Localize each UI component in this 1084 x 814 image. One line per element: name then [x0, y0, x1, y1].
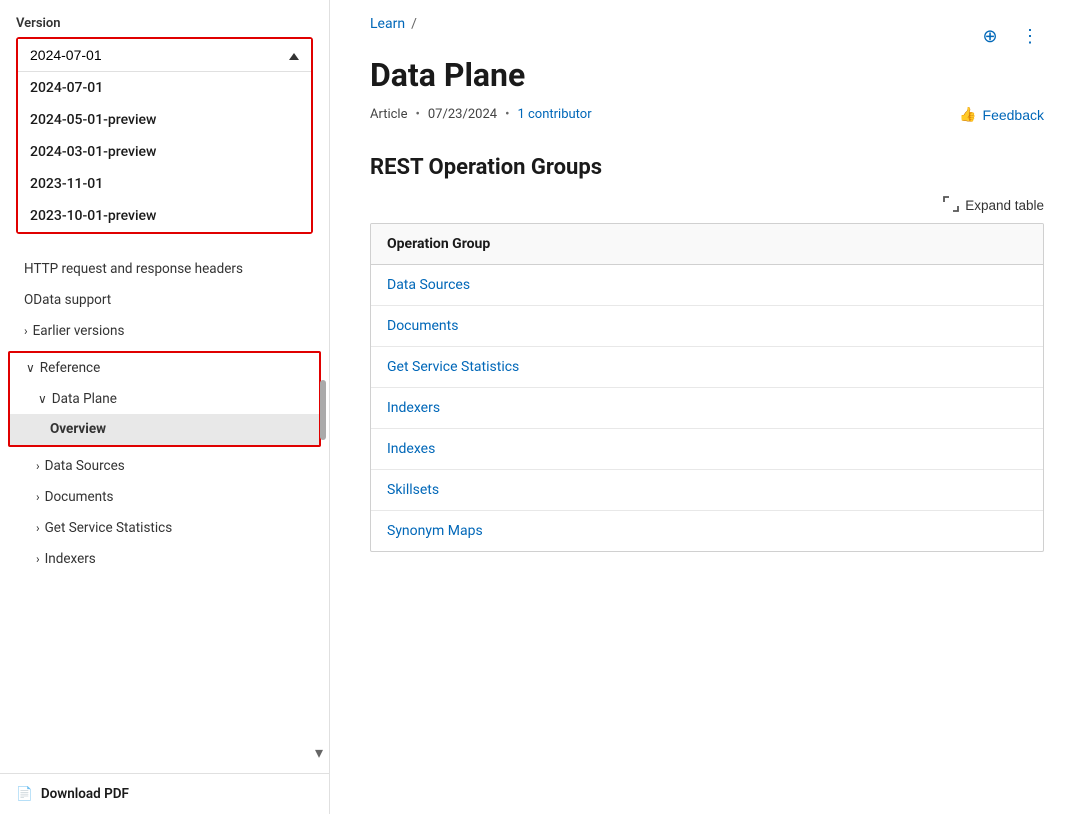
version-label: Version: [16, 16, 313, 31]
nav-item-get-service-statistics[interactable]: › Get Service Statistics: [0, 513, 329, 544]
scrollbar[interactable]: [320, 380, 326, 440]
expand-table-button[interactable]: Expand table: [943, 196, 1044, 215]
version-dropdown-menu: 2024-07-01 2024-05-01-preview 2024-03-01…: [18, 71, 311, 232]
header-actions: ⊕ ⋮: [976, 22, 1044, 50]
nav-item-label: Data Sources: [45, 457, 125, 476]
table-row: Synonym Maps: [371, 511, 1043, 552]
version-select-button[interactable]: 2024-07-01: [18, 39, 311, 71]
section-title: REST Operation Groups: [370, 155, 1044, 180]
plus-circle-icon: ⊕: [982, 26, 997, 47]
article-meta: Article • 07/23/2024 • 1 contributor 👍 F…: [370, 106, 1044, 123]
version-option[interactable]: 2023-10-01-preview: [18, 200, 311, 232]
nav-item-label: Data Plane: [52, 390, 117, 409]
operation-groups-table: Operation Group Data Sources Documents G…: [370, 223, 1044, 552]
reference-nav-box: ∨ Reference ∨ Data Plane Overview: [8, 351, 321, 448]
nav-item-documents[interactable]: › Documents: [0, 482, 329, 513]
table-link-data-sources[interactable]: Data Sources: [387, 277, 470, 293]
table-link-skillsets[interactable]: Skillsets: [387, 482, 439, 498]
table-link-documents[interactable]: Documents: [387, 318, 458, 334]
nav-item-data-plane[interactable]: ∨ Data Plane: [10, 384, 319, 415]
chevron-right-icon: ›: [36, 458, 40, 475]
table-column-header: Operation Group: [371, 224, 1043, 265]
breadcrumb-learn-link[interactable]: Learn: [370, 16, 405, 32]
nav-item-label: Documents: [45, 488, 114, 507]
chevron-right-icon: ›: [36, 551, 40, 568]
nav-item-label: HTTP request and response headers: [24, 260, 243, 279]
pdf-icon: 📄: [16, 786, 33, 802]
breadcrumb-row: Learn / ⊕ ⋮: [370, 16, 1044, 56]
meta-date: 07/23/2024: [428, 107, 497, 122]
contributors-link[interactable]: 1 contributor: [517, 107, 591, 122]
version-dropdown[interactable]: 2024-07-01 2024-07-01 2024-05-01-preview…: [16, 37, 313, 234]
table-row: Data Sources: [371, 265, 1043, 306]
version-option[interactable]: 2024-05-01-preview: [18, 104, 311, 136]
nav-item-label: Earlier versions: [33, 322, 125, 341]
table-link-get-service-statistics[interactable]: Get Service Statistics: [387, 359, 519, 375]
download-pdf-label: Download PDF: [41, 786, 129, 802]
download-pdf-button[interactable]: 📄 Download PDF: [0, 773, 329, 814]
expand-table-row: Expand table: [370, 196, 1044, 215]
table-link-synonym-maps[interactable]: Synonym Maps: [387, 523, 483, 539]
breadcrumb-separator: /: [411, 16, 417, 32]
chevron-right-icon: ›: [36, 520, 40, 537]
nav-item-label: OData support: [24, 291, 111, 310]
nav-item-label: Get Service Statistics: [45, 519, 173, 538]
version-section: Version 2024-07-01 2024-07-01 2024-05-01…: [0, 16, 329, 246]
nav-item-earlier-versions[interactable]: › Earlier versions: [0, 316, 329, 347]
page-title: Data Plane: [370, 56, 1044, 94]
meta-type: Article: [370, 107, 407, 122]
nav-item-label: Reference: [40, 359, 100, 378]
chevron-down-icon: ∨: [26, 360, 35, 377]
nav-item-odata[interactable]: OData support: [0, 285, 329, 316]
expand-icon: [943, 196, 959, 215]
add-to-collection-button[interactable]: ⊕: [976, 22, 1004, 50]
table-row: Indexers: [371, 388, 1043, 429]
chevron-up-icon: [289, 47, 299, 63]
more-options-button[interactable]: ⋮: [1016, 22, 1044, 50]
version-option[interactable]: 2024-03-01-preview: [18, 136, 311, 168]
nav-item-label: Indexers: [45, 550, 96, 569]
chevron-right-icon: ›: [24, 323, 28, 340]
table-row: Indexes: [371, 429, 1043, 470]
sidebar: Version 2024-07-01 2024-07-01 2024-05-01…: [0, 0, 330, 814]
version-option[interactable]: 2023-11-01: [18, 168, 311, 200]
table-row: Skillsets: [371, 470, 1043, 511]
table-link-indexes[interactable]: Indexes: [387, 441, 435, 457]
nav-item-indexers[interactable]: › Indexers: [0, 544, 329, 575]
table-link-indexers[interactable]: Indexers: [387, 400, 440, 416]
expand-table-label: Expand table: [965, 198, 1044, 213]
nav-item-overview[interactable]: Overview: [10, 414, 319, 445]
thumbs-up-icon: 👍: [959, 106, 976, 123]
table-row: Documents: [371, 306, 1043, 347]
nav-item-reference[interactable]: ∨ Reference: [10, 353, 319, 384]
more-icon: ⋮: [1021, 26, 1039, 47]
chevron-right-icon: ›: [36, 489, 40, 506]
feedback-button[interactable]: 👍 Feedback: [959, 106, 1044, 123]
feedback-label: Feedback: [983, 107, 1044, 123]
nav-item-http-headers[interactable]: HTTP request and response headers: [0, 254, 329, 285]
table-row: Get Service Statistics: [371, 347, 1043, 388]
nav-section: HTTP request and response headers OData …: [0, 246, 329, 773]
nav-item-data-sources[interactable]: › Data Sources: [0, 451, 329, 482]
chevron-down-icon: ∨: [38, 391, 47, 408]
main-content: Learn / ⊕ ⋮ Data Plane Article • 07/23/2…: [330, 0, 1084, 814]
nav-item-label: Overview: [50, 420, 106, 439]
version-option[interactable]: 2024-07-01: [18, 72, 311, 104]
data-table: Operation Group Data Sources Documents G…: [371, 224, 1043, 551]
scroll-down-arrow[interactable]: ▾: [315, 743, 323, 762]
selected-version-text: 2024-07-01: [30, 47, 102, 63]
breadcrumb: Learn /: [370, 16, 417, 32]
